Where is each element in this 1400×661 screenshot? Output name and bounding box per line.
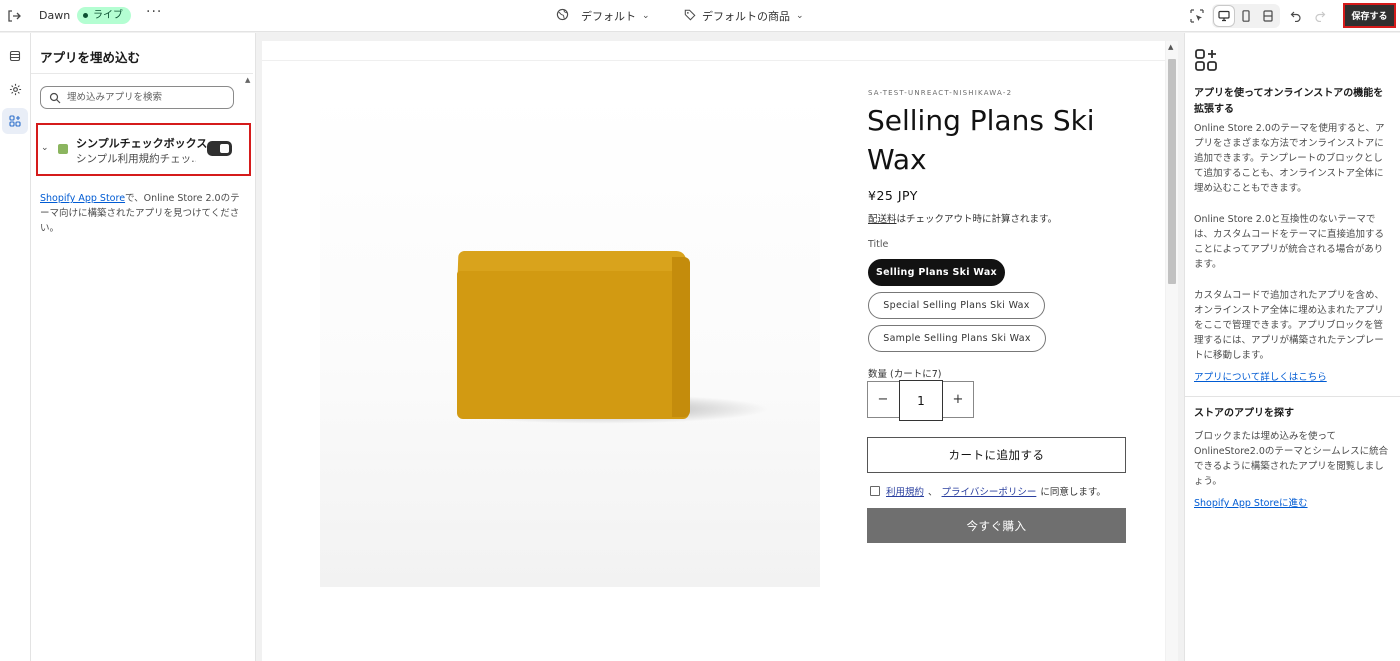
- info-paragraph: カスタムコードで追加されたアプリを含め、オンラインストア全体に埋め込まれたアプリ…: [1194, 290, 1385, 361]
- shipping-text: はチェックアウト時に計算されます。: [896, 214, 1058, 225]
- learn-more-link[interactable]: アプリについて詳しくはこちら: [1194, 369, 1327, 383]
- save-button[interactable]: 保存する: [1343, 3, 1396, 28]
- search-box: [40, 86, 234, 109]
- app-logo-icon: [58, 144, 68, 154]
- app-description: シンプル利用規約チェッ…: [76, 153, 196, 165]
- template-selector[interactable]: デフォルト ⌄: [556, 8, 650, 24]
- redo-icon[interactable]: [1310, 6, 1330, 26]
- terms-agreement: 利用規約、プライバシーポリシー に同意します。: [870, 484, 1106, 498]
- info-paragraph: ブロックまたは埋め込みを使ってOnlineStore2.0のテーマとシームレスに…: [1194, 431, 1389, 487]
- gear-icon[interactable]: [2, 76, 28, 102]
- terms-link[interactable]: 利用規約: [886, 484, 924, 498]
- app-embed-item[interactable]: ⌄ シンプルチェックボックス シンプル利用規約チェッ…: [36, 123, 251, 176]
- header-divider: [262, 60, 1165, 61]
- privacy-policy-link[interactable]: プライバシーポリシー: [942, 484, 1037, 498]
- terms-separator: 、: [928, 487, 938, 498]
- quantity-stepper: − 1 +: [867, 380, 974, 421]
- apps-icon[interactable]: [2, 108, 28, 134]
- scroll-up-arrow[interactable]: ▲: [245, 76, 250, 84]
- quantity-increase-button[interactable]: +: [943, 382, 973, 417]
- mobile-icon[interactable]: [1236, 6, 1256, 26]
- scroll-thumb[interactable]: [1168, 59, 1176, 284]
- panel-title: アプリを埋め込む: [40, 50, 141, 65]
- app-embeds-panel: アプリを埋め込む ▲ ⌄ シンプルチェックボックス シンプル利用規約チェッ… S…: [31, 33, 256, 661]
- divider: [1185, 396, 1400, 397]
- quantity-decrease-button[interactable]: −: [868, 382, 898, 417]
- more-actions-button[interactable]: ···: [146, 4, 162, 20]
- scroll-up-arrow[interactable]: ▲: [1168, 43, 1173, 51]
- preview-scrollbar[interactable]: ▲: [1166, 41, 1178, 661]
- app-store-go-link[interactable]: Shopify App Storeに進む: [1194, 495, 1308, 509]
- product-price: ¥25 JPY: [868, 188, 918, 203]
- desktop-icon[interactable]: [1214, 6, 1234, 26]
- buy-now-button[interactable]: 今すぐ購入: [867, 508, 1126, 543]
- variant-option[interactable]: Selling Plans Ski Wax: [868, 259, 1005, 286]
- status-badge: ライブ: [77, 7, 131, 24]
- product-vendor: SA-TEST-UNREACT-NISHIKAWA-2: [868, 89, 1013, 97]
- globe-icon: [556, 8, 569, 24]
- info-heading-2: ストアのアプリを探す: [1194, 408, 1294, 419]
- product-title: Selling Plans Ski Wax: [867, 104, 1095, 176]
- tag-icon: [684, 9, 696, 24]
- terms-checkbox[interactable]: [870, 486, 880, 496]
- theme-name: Dawn: [39, 9, 71, 22]
- app-info-panel: アプリを使ってオンラインストアの機能を拡張する Online Store 2.0…: [1184, 33, 1400, 661]
- select-element-icon[interactable]: [1187, 6, 1207, 26]
- add-app-icon: [1194, 48, 1218, 72]
- product-selector[interactable]: デフォルトの商品 ⌄: [684, 8, 804, 24]
- undo-icon[interactable]: [1286, 6, 1306, 26]
- top-bar: Dawn ライブ ··· デフォルト ⌄ デフォルトの商品 ⌄ 保存する: [0, 0, 1400, 32]
- wax-side: [672, 257, 690, 417]
- preview-area: SA-TEST-UNREACT-NISHIKAWA-2 Selling Plan…: [256, 33, 1184, 661]
- option-label: Title: [868, 239, 889, 250]
- storefront-preview: SA-TEST-UNREACT-NISHIKAWA-2 Selling Plan…: [262, 41, 1165, 661]
- quantity-label: 数量 (カートに7): [868, 369, 942, 380]
- quantity-input[interactable]: 1: [899, 380, 943, 421]
- exit-icon[interactable]: [6, 8, 22, 24]
- product-image[interactable]: [320, 89, 820, 587]
- template-label: デフォルト: [581, 10, 636, 23]
- sidebar-rail: [0, 33, 31, 661]
- variant-option[interactable]: Special Selling Plans Ski Wax: [868, 292, 1045, 319]
- info-paragraph: Online Store 2.0と互換性のないテーマでは、カスタムコードをテーマ…: [1194, 214, 1385, 270]
- app-store-info: Shopify App Storeで、Online Store 2.0のテーマ向…: [40, 191, 240, 236]
- app-store-link[interactable]: Shopify App Store: [40, 193, 125, 204]
- chevron-down-icon: ⌄: [796, 11, 804, 21]
- info-heading: アプリを使ってオンラインストアの機能を拡張する: [1194, 88, 1384, 115]
- viewport-toggle-group: [1212, 4, 1280, 28]
- wax-front: [457, 271, 689, 419]
- divider: [31, 73, 253, 74]
- search-input[interactable]: [67, 90, 227, 105]
- chevron-down-icon: ⌄: [642, 11, 650, 21]
- search-icon: [49, 92, 61, 104]
- sections-icon[interactable]: [2, 43, 28, 69]
- terms-suffix: に同意します。: [1040, 487, 1106, 498]
- app-enable-toggle[interactable]: [207, 141, 232, 156]
- add-to-cart-button[interactable]: カートに追加する: [867, 437, 1126, 473]
- shipping-link[interactable]: 配送料: [868, 214, 897, 225]
- product-label: デフォルトの商品: [702, 10, 790, 23]
- fullscreen-icon[interactable]: [1258, 6, 1278, 26]
- chevron-down-icon[interactable]: ⌄: [41, 143, 49, 153]
- info-paragraph: Online Store 2.0のテーマを使用すると、アプリをさまざまな方法でオ…: [1194, 123, 1385, 194]
- variant-option[interactable]: Sample Selling Plans Ski Wax: [868, 325, 1046, 352]
- app-name: シンプルチェックボックス: [76, 137, 208, 150]
- shipping-note: 配送料はチェックアウト時に計算されます。: [868, 211, 1057, 225]
